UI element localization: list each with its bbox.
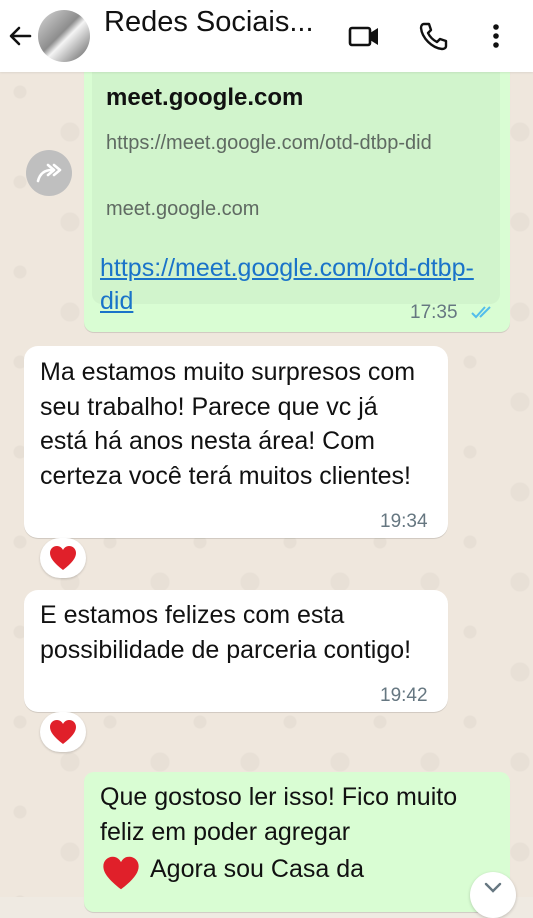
- heart-icon: [50, 546, 76, 570]
- message-text: Que gostoso ler isso! Fico muito feliz e…: [100, 783, 458, 846]
- preview-url: https://meet.google.com/otd-dtbp-did: [106, 132, 432, 154]
- heart-icon: [103, 856, 139, 890]
- preview-title: meet.google.com: [106, 84, 304, 111]
- chevron-down-icon: [484, 882, 502, 893]
- reaction-badge[interactable]: [40, 538, 86, 578]
- forward-icon: [36, 163, 62, 183]
- scroll-down-button[interactable]: [470, 872, 516, 918]
- read-receipt-icon: [471, 306, 491, 319]
- chat-header: Redes Sociais...: [0, 0, 533, 72]
- message-time: 17:35: [410, 302, 458, 323]
- contact-avatar[interactable]: [38, 10, 90, 62]
- more-options-icon[interactable]: [478, 18, 514, 54]
- forward-button[interactable]: [26, 150, 72, 196]
- message-text: Ma estamos muito surpresos com seu traba…: [40, 358, 416, 490]
- message-time: 19:34: [380, 511, 428, 532]
- message-text: Agora sou Casa da: [150, 855, 365, 883]
- reaction-badge[interactable]: [40, 712, 86, 752]
- contact-name[interactable]: Redes Sociais...: [104, 6, 314, 39]
- video-call-icon[interactable]: [346, 18, 382, 54]
- preview-domain: meet.google.com: [106, 198, 260, 220]
- message-text: E estamos felizes com esta possibilidade…: [40, 601, 412, 664]
- back-arrow-icon[interactable]: [4, 20, 36, 52]
- heart-icon: [50, 720, 76, 744]
- voice-call-icon[interactable]: [415, 18, 451, 54]
- message-time: 19:42: [380, 685, 428, 706]
